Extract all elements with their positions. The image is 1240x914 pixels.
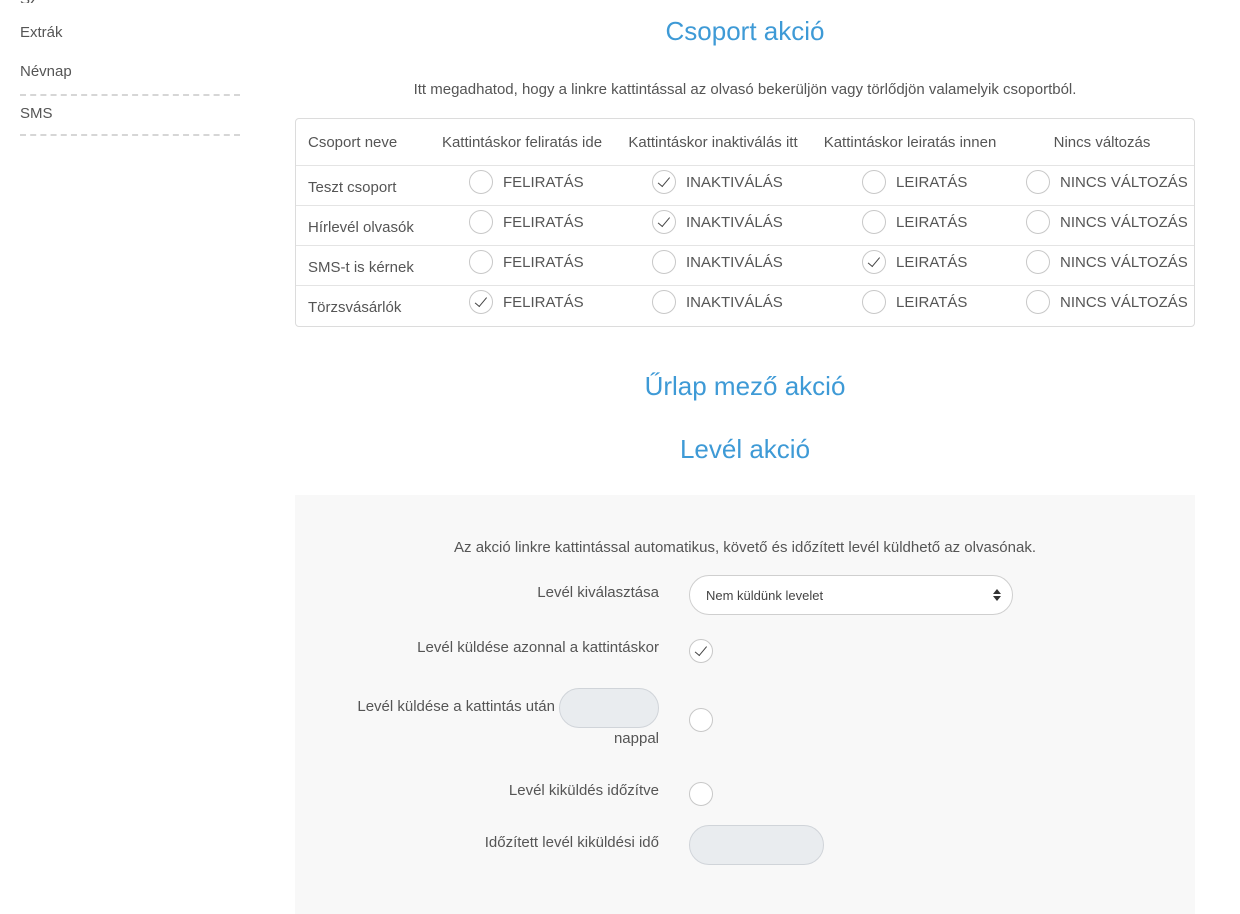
radio-label: INAKTIVÁLÁS bbox=[686, 213, 783, 231]
column-header: Nincs változás bbox=[1053, 133, 1151, 151]
radio-label: FELIRATÁS bbox=[503, 173, 584, 191]
sidebar: Sz Extrák Névnap SMS bbox=[0, 0, 250, 914]
radio-label: LEIRATÁS bbox=[896, 293, 968, 311]
radio-circle[interactable] bbox=[469, 250, 493, 274]
scheduled-time-label: Időzített levél kiküldési idő bbox=[484, 834, 659, 851]
scheduled-time-input[interactable] bbox=[689, 825, 824, 865]
radio-option-no-change[interactable]: NINCS VÁLTOZÁS bbox=[1026, 290, 1188, 314]
sort-arrows-icon bbox=[992, 588, 1002, 602]
radio-label: LEIRATÁS bbox=[896, 213, 968, 231]
radio-option-unsubscribe[interactable]: LEIRATÁS bbox=[862, 290, 967, 314]
radio-option-inactivate[interactable]: INAKTIVÁLÁS bbox=[652, 170, 783, 194]
column-header: Kattintáskor inaktiválás itt bbox=[628, 133, 798, 151]
send-now-checkbox[interactable] bbox=[689, 639, 713, 663]
radio-circle[interactable] bbox=[1026, 210, 1050, 234]
radio-circle[interactable] bbox=[652, 210, 676, 234]
group-action-title: Csoport akció bbox=[665, 16, 825, 46]
radio-circle[interactable] bbox=[1026, 170, 1050, 194]
send-after-label: Levél küldése a kattintás után bbox=[357, 698, 555, 715]
sidebar-item-sms[interactable]: SMS bbox=[20, 105, 240, 122]
radio-label: INAKTIVÁLÁS bbox=[686, 173, 783, 191]
radio-label: FELIRATÁS bbox=[503, 253, 584, 271]
radio-option-no-change[interactable]: NINCS VÁLTOZÁS bbox=[1026, 250, 1188, 274]
group-action-intro: Itt megadhatod, hogy a linkre kattintáss… bbox=[413, 81, 1077, 98]
radio-circle[interactable] bbox=[469, 170, 493, 194]
send-after-checkbox[interactable] bbox=[689, 708, 713, 732]
column-header: Csoport neve bbox=[308, 133, 398, 151]
mail-action-intro: Az akció linkre kattintással automatikus… bbox=[454, 539, 1036, 556]
radio-option-inactivate[interactable]: INAKTIVÁLÁS bbox=[652, 250, 783, 274]
table-row: Hírlevél olvasók FELIRATÁS INAKTIVÁLÁS LEIR… bbox=[296, 205, 1194, 245]
radio-circle[interactable] bbox=[1026, 250, 1050, 274]
radio-circle[interactable] bbox=[862, 210, 886, 234]
send-after-days-input[interactable] bbox=[559, 688, 659, 728]
radio-label: FELIRATÁS bbox=[503, 293, 584, 311]
radio-option-subscribe[interactable]: FELIRATÁS bbox=[469, 170, 584, 194]
group-name: Hírlevél olvasók bbox=[308, 219, 414, 236]
table-row: Törzsvásárlók FELIRATÁS INAKTIVÁLÁS LEIRATÁ… bbox=[296, 285, 1194, 325]
radio-option-subscribe[interactable]: FELIRATÁS bbox=[469, 290, 584, 314]
radio-label: LEIRATÁS bbox=[896, 173, 968, 191]
radio-circle[interactable] bbox=[469, 210, 493, 234]
radio-option-unsubscribe[interactable]: LEIRATÁS bbox=[862, 250, 967, 274]
radio-option-no-change[interactable]: NINCS VÁLTOZÁS bbox=[1026, 170, 1188, 194]
radio-option-no-change[interactable]: NINCS VÁLTOZÁS bbox=[1026, 210, 1188, 234]
radio-label: LEIRATÁS bbox=[896, 253, 968, 271]
table-row: SMS-t is kérnek FELIRATÁS INAKTIVÁLÁS LEIRA… bbox=[296, 245, 1194, 285]
group-name: Törzsvásárlók bbox=[308, 299, 402, 316]
radio-circle[interactable] bbox=[862, 170, 886, 194]
radio-label: FELIRATÁS bbox=[503, 213, 584, 231]
mail-action-title: Levél akció bbox=[679, 434, 811, 464]
form-field-action-title: Űrlap mező akció bbox=[644, 371, 846, 401]
radio-option-inactivate[interactable]: INAKTIVÁLÁS bbox=[652, 290, 783, 314]
send-now-label: Levél küldése azonnal a kattintáskor bbox=[417, 639, 659, 656]
radio-option-subscribe[interactable]: FELIRATÁS bbox=[469, 210, 584, 234]
radio-circle[interactable] bbox=[652, 290, 676, 314]
radio-circle[interactable] bbox=[469, 290, 493, 314]
sidebar-divider bbox=[20, 134, 240, 136]
scheduled-label: Levél kiküldés időzítve bbox=[508, 782, 659, 799]
radio-circle[interactable] bbox=[862, 290, 886, 314]
radio-label: NINCS VÁLTOZÁS bbox=[1060, 253, 1188, 271]
radio-circle[interactable] bbox=[1026, 290, 1050, 314]
table-header-row: Csoport neve Kattintáskor feliratás ide … bbox=[296, 119, 1194, 165]
group-name: Teszt csoport bbox=[308, 179, 397, 196]
radio-option-inactivate[interactable]: INAKTIVÁLÁS bbox=[652, 210, 783, 234]
radio-label: INAKTIVÁLÁS bbox=[686, 253, 783, 271]
column-header: Kattintáskor leiratás innen bbox=[823, 133, 997, 151]
sidebar-item-extras[interactable]: Extrák bbox=[20, 24, 240, 41]
radio-option-unsubscribe[interactable]: LEIRATÁS bbox=[862, 210, 967, 234]
mail-select-value: Nem küldünk levelet bbox=[706, 587, 824, 603]
sidebar-item-nameday[interactable]: Névnap bbox=[20, 63, 240, 80]
radio-circle[interactable] bbox=[862, 250, 886, 274]
mail-select-label: Levél kiválasztása bbox=[537, 584, 659, 601]
radio-label: INAKTIVÁLÁS bbox=[686, 293, 783, 311]
group-action-table: Csoport neve Kattintáskor feliratás ide … bbox=[295, 118, 1195, 327]
radio-circle[interactable] bbox=[652, 170, 676, 194]
radio-option-subscribe[interactable]: FELIRATÁS bbox=[469, 250, 584, 274]
radio-circle[interactable] bbox=[652, 250, 676, 274]
group-name: SMS-t is kérnek bbox=[308, 259, 414, 276]
radio-option-unsubscribe[interactable]: LEIRATÁS bbox=[862, 170, 967, 194]
radio-label: NINCS VÁLTOZÁS bbox=[1060, 213, 1188, 231]
radio-label: NINCS VÁLTOZÁS bbox=[1060, 173, 1188, 191]
column-header: Kattintáskor feliratás ide bbox=[441, 133, 603, 151]
send-after-unit: nappal bbox=[613, 730, 659, 747]
sidebar-item-partial[interactable]: Sz bbox=[20, 0, 40, 3]
scheduled-checkbox[interactable] bbox=[689, 782, 713, 806]
radio-label: NINCS VÁLTOZÁS bbox=[1060, 293, 1188, 311]
mail-select[interactable]: Nem küldünk levelet bbox=[689, 575, 1013, 615]
sidebar-divider bbox=[20, 94, 240, 96]
table-row: Teszt csoport FELIRATÁS INAKTIVÁLÁS LEIRATÁ… bbox=[296, 165, 1194, 205]
